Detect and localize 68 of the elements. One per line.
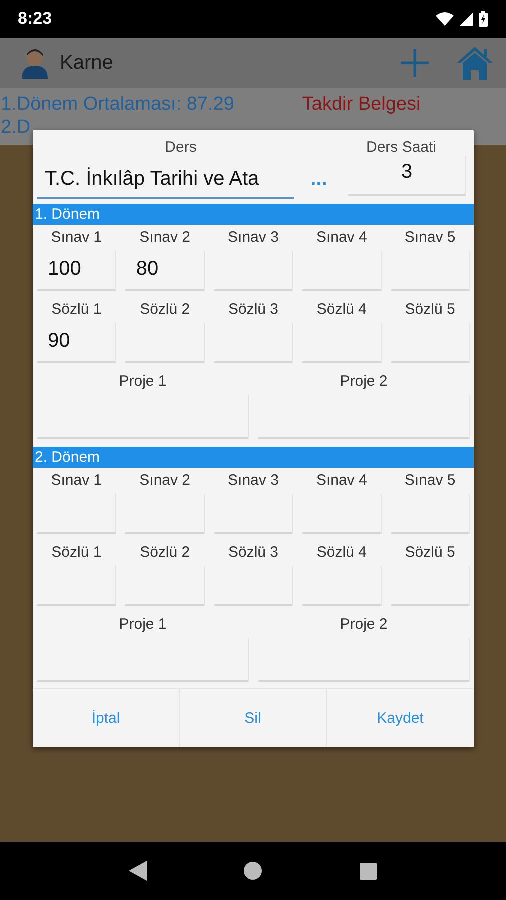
avatar-icon bbox=[20, 47, 50, 79]
grade-label: Sözlü 4 bbox=[316, 300, 367, 320]
grade-field[interactable] bbox=[125, 566, 205, 606]
grade-field[interactable] bbox=[302, 251, 382, 291]
back-icon[interactable] bbox=[128, 861, 147, 881]
grade-field[interactable] bbox=[214, 566, 294, 606]
grade-label: Sınav 3 bbox=[228, 471, 279, 491]
grade-field[interactable] bbox=[214, 494, 294, 534]
hours-field[interactable]: 3 bbox=[348, 156, 466, 196]
hours-label: Ders Saati bbox=[365, 139, 438, 156]
home-icon[interactable] bbox=[244, 862, 262, 880]
grade-label: Sözlü 4 bbox=[316, 543, 367, 563]
grade-field[interactable] bbox=[125, 323, 205, 363]
grade-label: Sınav 4 bbox=[316, 471, 368, 491]
project-label: Proje 2 bbox=[340, 372, 388, 392]
battery-icon bbox=[479, 11, 488, 27]
section-header: 2. Dönem bbox=[33, 447, 474, 468]
recents-icon[interactable] bbox=[360, 862, 378, 880]
course-field[interactable]: T.C. İnkılâp Tarihi ve Ata bbox=[37, 160, 294, 198]
wifi-icon bbox=[436, 12, 454, 26]
grade-label: Sözlü 5 bbox=[405, 543, 456, 563]
grade-field[interactable] bbox=[390, 494, 470, 534]
grade-field[interactable] bbox=[390, 566, 470, 606]
grade-field[interactable] bbox=[302, 566, 382, 606]
grade-field[interactable] bbox=[390, 323, 470, 363]
grade-field[interactable] bbox=[37, 494, 116, 534]
award-label: Takdir Belgesi bbox=[302, 93, 421, 116]
grade-label: Sözlü 1 bbox=[52, 300, 102, 320]
grade-field[interactable] bbox=[390, 251, 470, 291]
grade-field[interactable] bbox=[214, 251, 294, 291]
grade-label: Sınav 1 bbox=[51, 471, 102, 491]
project-field[interactable] bbox=[37, 638, 249, 682]
project-field[interactable] bbox=[258, 395, 470, 439]
grade-label: Sözlü 5 bbox=[405, 300, 456, 320]
grade-label: Sınav 2 bbox=[140, 228, 191, 248]
app-title: Karne bbox=[60, 52, 114, 74]
home-icon bbox=[456, 45, 494, 81]
grade-field[interactable] bbox=[214, 323, 294, 363]
grade-field[interactable] bbox=[125, 494, 205, 534]
plus-icon bbox=[400, 48, 430, 78]
grade-label: Sözlü 2 bbox=[140, 300, 190, 320]
grade-label: Sınav 4 bbox=[316, 228, 368, 248]
grade-label: Sınav 5 bbox=[404, 228, 456, 248]
grade-field[interactable] bbox=[37, 566, 116, 606]
grade-label: Sözlü 3 bbox=[228, 543, 279, 563]
project-label: Proje 1 bbox=[119, 372, 167, 392]
project-field[interactable] bbox=[258, 638, 470, 682]
clock: 8:23 bbox=[18, 9, 52, 29]
grade-field[interactable] bbox=[302, 494, 382, 534]
grade-field[interactable]: 100 bbox=[37, 251, 116, 291]
grade-field[interactable]: 90 bbox=[37, 323, 116, 363]
grade-label: Sözlü 2 bbox=[140, 543, 190, 563]
average-text: 1.Dönem Ortalaması: 87.29 bbox=[0, 93, 234, 116]
grade-label: Sınav 2 bbox=[140, 471, 191, 491]
section-header: 1. Dönem bbox=[33, 204, 474, 225]
grade-label: Sözlü 1 bbox=[52, 543, 102, 563]
course-label: Ders bbox=[164, 139, 198, 156]
grade-label: Sınav 1 bbox=[51, 228, 102, 248]
grade-field[interactable]: 80 bbox=[125, 251, 205, 291]
grade-label: Sınav 3 bbox=[228, 228, 279, 248]
signal-icon bbox=[460, 12, 473, 26]
project-label: Proje 2 bbox=[340, 615, 388, 635]
project-field[interactable] bbox=[37, 395, 249, 439]
average-text: 2.D bbox=[0, 116, 31, 139]
grade-field[interactable] bbox=[302, 323, 382, 363]
grade-label: Sınav 5 bbox=[404, 471, 456, 491]
grade-label: Sözlü 3 bbox=[228, 300, 279, 320]
project-label: Proje 1 bbox=[119, 615, 167, 635]
